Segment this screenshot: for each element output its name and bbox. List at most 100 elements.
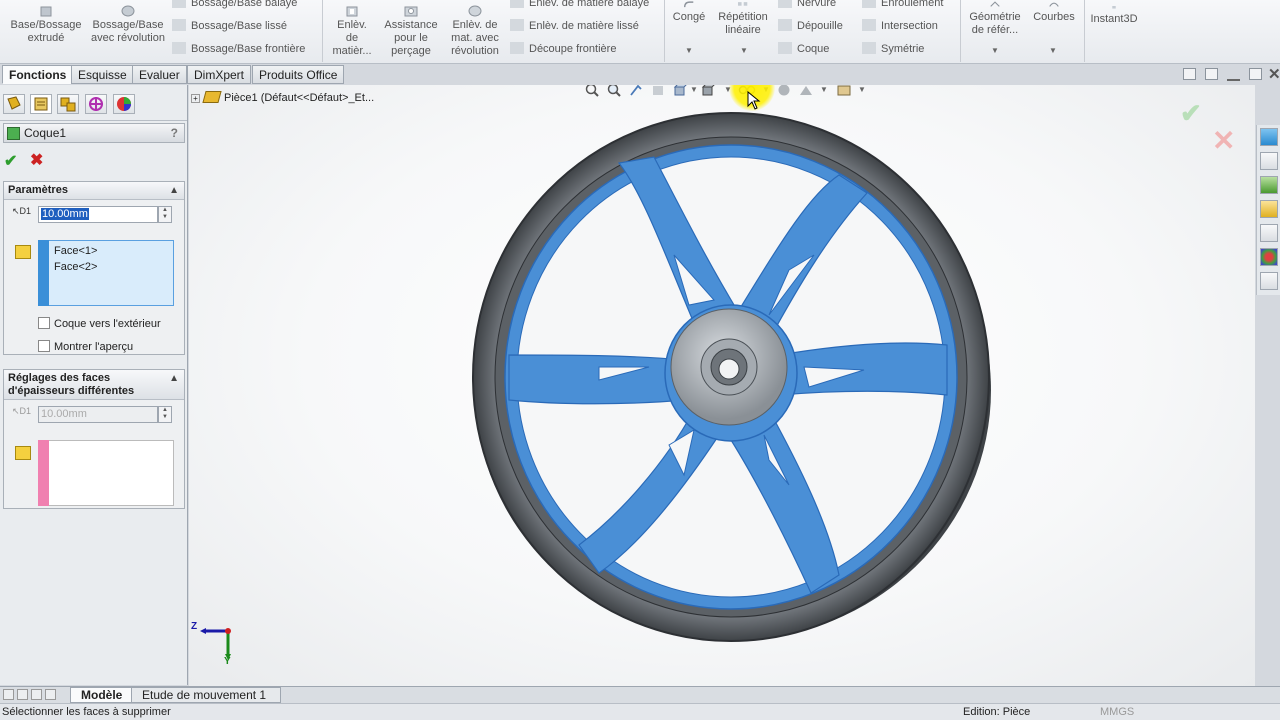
extruded-cut-button[interactable]: Enlèv. de matièr... bbox=[330, 4, 374, 58]
hole-wizard-button[interactable]: Assistance pour le perçage bbox=[380, 4, 442, 58]
parameters-header[interactable]: Paramètres ▲ bbox=[4, 182, 184, 200]
confirmation-ok-icon[interactable]: ✔ bbox=[1180, 98, 1202, 129]
previous-tab-icon[interactable] bbox=[17, 689, 28, 700]
ribbon-separator bbox=[1084, 0, 1085, 62]
view-settings-icon[interactable] bbox=[836, 85, 852, 97]
multi-thickness-spinner[interactable]: ▲ ▼ bbox=[158, 406, 172, 423]
boundary-boss-button[interactable]: Bossage/Base frontière bbox=[172, 42, 305, 56]
wrap-icon bbox=[862, 0, 876, 8]
task-pane-home-icon[interactable] bbox=[1260, 152, 1278, 170]
task-pane-file-explorer-icon[interactable] bbox=[1260, 200, 1278, 218]
flyout-tree-root[interactable]: + Pièce1 (Défaut<<Défaut>_Et... bbox=[191, 91, 374, 104]
edit-appearance-icon[interactable] bbox=[776, 85, 792, 97]
restore-icon[interactable] bbox=[1249, 68, 1262, 80]
feature-manager-tab[interactable] bbox=[3, 94, 25, 114]
collapse-icon[interactable]: ▲ bbox=[169, 372, 179, 385]
revolved-cut-button[interactable]: Enlèv. de mat. avec révolution bbox=[446, 4, 504, 58]
shell-button[interactable]: Coque bbox=[778, 42, 829, 56]
list-item[interactable]: Face<1> bbox=[39, 243, 173, 259]
pattern-dropdown-arrow[interactable]: ▼ bbox=[740, 46, 748, 55]
shell-icon bbox=[778, 42, 792, 54]
tab-model[interactable]: Modèle bbox=[70, 687, 134, 703]
thickness-input[interactable]: 10.00mm bbox=[38, 206, 158, 223]
fillet-dropdown-arrow[interactable]: ▼ bbox=[685, 46, 693, 55]
tab-dimxpert[interactable]: DimXpert bbox=[187, 65, 252, 84]
collapse-icon[interactable]: ▲ bbox=[169, 182, 179, 199]
multi-thickness-faces-list[interactable] bbox=[38, 440, 174, 506]
display-style-icon[interactable] bbox=[700, 85, 716, 97]
mirror-button[interactable]: Symétrie bbox=[862, 42, 924, 56]
status-units[interactable]: MMGS bbox=[1100, 704, 1134, 720]
tab-motion-study[interactable]: Etude de mouvement 1 bbox=[131, 687, 281, 703]
configuration-manager-tab[interactable] bbox=[57, 94, 79, 114]
dimxpert-manager-tab[interactable] bbox=[85, 94, 107, 114]
faces-to-remove-list[interactable]: Face<1> Face<2> bbox=[38, 240, 174, 306]
multi-thickness-header[interactable]: Réglages des faces d'épaisseurs différen… bbox=[4, 370, 184, 400]
draft-button[interactable]: Dépouille bbox=[778, 19, 843, 33]
task-pane-view-palette-icon[interactable] bbox=[1260, 224, 1278, 242]
hole-wizard-icon bbox=[404, 6, 418, 17]
show-preview-checkbox[interactable]: Montrer l'aperçu bbox=[38, 340, 133, 354]
wheel-model[interactable] bbox=[469, 105, 999, 645]
tile-horizontal-icon[interactable] bbox=[1183, 68, 1196, 80]
viewport-window-controls: ✕ bbox=[1150, 65, 1280, 85]
close-window-icon[interactable]: ✕ bbox=[1268, 65, 1280, 83]
revolved-boss-icon bbox=[121, 5, 135, 17]
view-settings-dropdown[interactable]: ▼ bbox=[858, 85, 866, 94]
linear-pattern-button[interactable]: Répétition linéaire bbox=[712, 0, 774, 37]
wrap-button[interactable]: Enroulement bbox=[862, 0, 943, 10]
minimize-icon[interactable] bbox=[1227, 73, 1240, 81]
swept-boss-button[interactable]: Bossage/Base balayé bbox=[172, 0, 297, 10]
help-button[interactable]: ? bbox=[171, 124, 178, 142]
apply-scene-icon[interactable] bbox=[798, 85, 814, 97]
shell-outward-checkbox[interactable]: Coque vers l'extérieur bbox=[38, 317, 161, 331]
ok-button[interactable]: ✔ bbox=[4, 151, 17, 171]
view-orientation-icon[interactable] bbox=[672, 85, 688, 97]
first-tab-icon[interactable] bbox=[3, 689, 14, 700]
spoke[interactable] bbox=[508, 354, 685, 405]
tab-produits-office[interactable]: Produits Office bbox=[252, 65, 345, 84]
previous-view-icon[interactable] bbox=[628, 85, 644, 97]
zoom-to-fit-icon[interactable] bbox=[584, 85, 600, 97]
task-pane-custom-properties-icon[interactable] bbox=[1260, 272, 1278, 290]
curves-button[interactable]: Courbes bbox=[1028, 0, 1080, 24]
view-orientation-dropdown[interactable]: ▼ bbox=[690, 85, 698, 94]
zoom-to-area-icon[interactable] bbox=[606, 85, 622, 97]
section-view-icon[interactable] bbox=[650, 85, 666, 97]
lofted-boss-button[interactable]: Bossage/Base lissé bbox=[172, 19, 287, 33]
tab-esquisse[interactable]: Esquisse bbox=[71, 65, 134, 84]
fillet-button[interactable]: Congé bbox=[668, 0, 710, 24]
boundary-cut-button[interactable]: Découpe frontière bbox=[510, 42, 616, 56]
dimxpert-icon bbox=[89, 97, 103, 111]
lofted-cut-button[interactable]: Enlèv. de matière lissé bbox=[510, 19, 639, 33]
next-tab-icon[interactable] bbox=[31, 689, 42, 700]
ribbon-separator bbox=[322, 0, 323, 62]
confirmation-cancel-icon[interactable]: ✕ bbox=[1212, 124, 1235, 157]
task-pane-appearances-icon[interactable] bbox=[1260, 248, 1278, 266]
swept-cut-button[interactable]: Enlèv. de matière balayé bbox=[510, 0, 649, 10]
revolved-boss-button[interactable]: Bossage/Base avec révolution bbox=[90, 4, 166, 45]
property-manager-tab[interactable] bbox=[30, 94, 52, 114]
thickness-spinner[interactable]: ▲ ▼ bbox=[158, 206, 172, 223]
rib-button[interactable]: Nervure bbox=[778, 0, 836, 10]
tab-fonctions[interactable]: Fonctions bbox=[2, 65, 74, 84]
task-pane-resources-icon[interactable] bbox=[1260, 128, 1278, 146]
reference-triad: Z Y bbox=[191, 620, 241, 670]
refgeom-dropdown-arrow[interactable]: ▼ bbox=[991, 46, 999, 55]
cancel-button[interactable]: ✖ bbox=[30, 150, 43, 170]
curves-dropdown-arrow[interactable]: ▼ bbox=[1049, 46, 1057, 55]
reference-geometry-button[interactable]: Géométrie de référ... bbox=[964, 0, 1026, 37]
list-item[interactable]: Face<2> bbox=[39, 259, 173, 275]
extruded-boss-button[interactable]: Base/Bossage extrudé bbox=[8, 4, 84, 45]
intersect-button[interactable]: Intersection bbox=[862, 19, 938, 33]
tile-vertical-icon[interactable] bbox=[1205, 68, 1218, 80]
multi-thickness-input[interactable]: 10.00mm bbox=[38, 406, 158, 423]
display-manager-tab[interactable] bbox=[113, 94, 135, 114]
last-tab-icon[interactable] bbox=[45, 689, 56, 700]
apply-scene-dropdown[interactable]: ▼ bbox=[820, 85, 828, 94]
tab-evaluer[interactable]: Evaluer bbox=[132, 65, 187, 84]
expand-icon[interactable]: + bbox=[191, 94, 200, 103]
instant3d-button[interactable]: Instant3D bbox=[1086, 6, 1142, 26]
graphics-area[interactable]: + Pièce1 (Défaut<<Défaut>_Et... ▼ ▼ ▼ ▼ … bbox=[189, 85, 1255, 686]
task-pane-design-library-icon[interactable] bbox=[1260, 176, 1278, 194]
